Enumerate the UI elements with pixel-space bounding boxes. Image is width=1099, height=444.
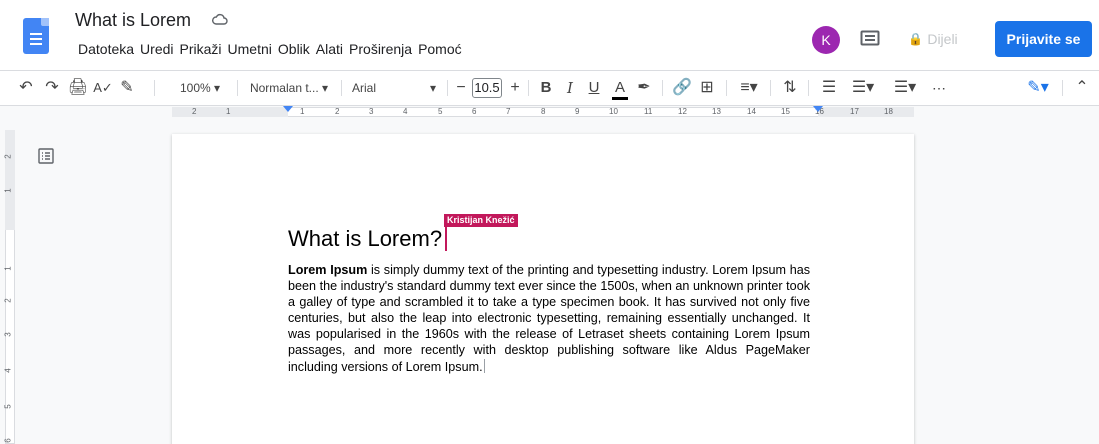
lock-icon: 🔒 bbox=[908, 32, 923, 46]
vertical-ruler-number: 2 bbox=[3, 298, 13, 303]
ruler-number: 1 bbox=[300, 107, 305, 116]
vertical-ruler-number: 5 bbox=[3, 404, 13, 409]
ruler-number: 2 bbox=[192, 107, 197, 116]
highlight-color-icon[interactable]: ✒ bbox=[634, 71, 654, 105]
toolbar-divider bbox=[770, 80, 771, 96]
ruler-number: 1 bbox=[226, 107, 231, 116]
menu-tools[interactable]: Alati bbox=[313, 37, 346, 61]
ruler-margin-right bbox=[818, 107, 914, 117]
italic-icon[interactable]: I bbox=[560, 71, 580, 105]
vertical-ruler-number: 4 bbox=[3, 368, 13, 373]
spellcheck-icon[interactable]: A✓ bbox=[92, 71, 114, 105]
menu-insert[interactable]: Umetni bbox=[225, 37, 275, 61]
increase-font-size-icon[interactable]: + bbox=[506, 71, 524, 105]
underline-icon[interactable]: U bbox=[584, 71, 604, 105]
document-paragraph[interactable]: Lorem Ipsum is simply dummy text of the … bbox=[288, 262, 810, 375]
sign-in-button[interactable]: Prijavite se bbox=[995, 21, 1092, 57]
bulleted-list-icon[interactable]: ☰▾ bbox=[846, 71, 880, 105]
ruler-number: 12 bbox=[678, 107, 687, 116]
document-title[interactable]: What is Lorem bbox=[75, 10, 191, 31]
ruler-number: 15 bbox=[781, 107, 790, 116]
ruler-number: 7 bbox=[506, 107, 511, 116]
docs-logo-icon[interactable] bbox=[23, 18, 49, 54]
toolbar-divider bbox=[808, 80, 809, 96]
right-indent-marker-icon[interactable] bbox=[813, 106, 823, 112]
ruler-number: 18 bbox=[884, 107, 893, 116]
zoom-select[interactable]: 100% ▾ bbox=[170, 71, 230, 105]
vertical-ruler-number: 3 bbox=[3, 332, 13, 337]
menu-format[interactable]: Oblik bbox=[275, 37, 313, 61]
vertical-ruler-number: 1 bbox=[3, 266, 13, 271]
collaborator-cursor-label: Kristijan Knežić bbox=[444, 214, 518, 227]
decrease-font-size-icon[interactable]: − bbox=[452, 71, 470, 105]
ruler-number: 3 bbox=[369, 107, 374, 116]
paragraph-bold-text: Lorem Ipsum bbox=[288, 263, 368, 277]
menu-edit[interactable]: Uredi bbox=[137, 37, 176, 61]
ruler-number: 11 bbox=[644, 107, 653, 116]
insert-link-icon[interactable]: 🔗 bbox=[670, 71, 694, 105]
line-spacing-icon[interactable]: ⇅ bbox=[778, 71, 802, 105]
collaborator-cursor bbox=[445, 227, 447, 251]
menu-bar: Datoteka Uredi Prikaži Umetni Oblik Alat… bbox=[75, 37, 465, 61]
add-comment-icon[interactable]: ⊞ bbox=[696, 71, 718, 105]
comment-history-icon[interactable] bbox=[860, 30, 880, 48]
ruler-number: 9 bbox=[575, 107, 580, 116]
app-header: What is Lorem Datoteka Uredi Prikaži Ume… bbox=[0, 0, 1099, 70]
horizontal-ruler[interactable]: 2 1 1 2 3 4 5 6 7 8 9 10 11 12 13 14 15 16 17 18 bbox=[0, 106, 1099, 118]
indent-marker-icon[interactable] bbox=[283, 106, 293, 112]
checklist-icon[interactable]: ☰ bbox=[818, 71, 840, 105]
undo-icon[interactable]: ↶ bbox=[14, 71, 38, 105]
collapse-menus-icon[interactable]: ⌃ bbox=[1072, 71, 1092, 105]
print-icon[interactable]: 🖨 bbox=[66, 71, 90, 105]
menu-extensions[interactable]: Proširenja bbox=[346, 37, 415, 61]
ruler-number: 5 bbox=[438, 107, 443, 116]
vertical-ruler-number: 2 bbox=[3, 154, 13, 159]
editing-mode-icon[interactable]: ✎▾ bbox=[1018, 71, 1058, 105]
toolbar-divider bbox=[154, 80, 155, 96]
paragraph-text: is simply dummy text of the printing and… bbox=[288, 263, 810, 374]
toolbar: ↶ ↷ 🖨 A✓ ✎ 100% ▾ Normalan t... ▾ Arial ▾… bbox=[0, 70, 1099, 106]
font-select[interactable]: Arial ▾ bbox=[352, 71, 442, 105]
share-button[interactable]: 🔒 Dijeli bbox=[900, 21, 985, 57]
numbered-list-icon[interactable]: ☰▾ bbox=[888, 71, 922, 105]
share-label: Dijeli bbox=[927, 31, 958, 47]
style-value: Normalan t... bbox=[249, 81, 319, 95]
ruler-number: 13 bbox=[712, 107, 721, 116]
toolbar-divider bbox=[341, 80, 342, 96]
text-color-icon[interactable]: A bbox=[610, 71, 630, 105]
ruler-number: 4 bbox=[403, 107, 408, 116]
zoom-value: 100% bbox=[179, 81, 211, 95]
menu-view[interactable]: Prikaži bbox=[177, 37, 225, 61]
toolbar-divider bbox=[237, 80, 238, 96]
document-heading[interactable]: What is Lorem? bbox=[288, 226, 442, 252]
ruler-number: 6 bbox=[472, 107, 477, 116]
cloud-status-icon[interactable] bbox=[212, 12, 228, 32]
ruler-number: 8 bbox=[541, 107, 546, 116]
document-outline-icon[interactable] bbox=[38, 148, 54, 164]
font-value: Arial bbox=[352, 81, 377, 95]
menu-help[interactable]: Pomoć bbox=[415, 37, 465, 61]
toolbar-divider bbox=[662, 80, 663, 96]
toolbar-divider bbox=[528, 80, 529, 96]
toolbar-divider bbox=[726, 80, 727, 96]
toolbar-divider bbox=[447, 80, 448, 96]
vertical-ruler-number: 6 bbox=[3, 438, 13, 443]
text-caret bbox=[483, 358, 485, 373]
ruler-number: 17 bbox=[850, 107, 859, 116]
align-icon[interactable]: ≡▾ bbox=[736, 71, 762, 105]
font-size-input[interactable]: 10.5 bbox=[472, 78, 502, 98]
ruler-number: 14 bbox=[747, 107, 756, 116]
avatar[interactable]: K bbox=[812, 26, 840, 54]
paint-format-icon[interactable]: ✎ bbox=[116, 71, 138, 105]
vertical-ruler-number: 1 bbox=[3, 188, 13, 193]
vertical-ruler-margin bbox=[5, 130, 15, 230]
more-options-icon[interactable]: ⋯ bbox=[930, 71, 948, 105]
bold-icon[interactable]: B bbox=[536, 71, 556, 105]
redo-icon[interactable]: ↷ bbox=[40, 71, 64, 105]
toolbar-divider bbox=[1062, 80, 1063, 96]
style-select[interactable]: Normalan t... ▾ bbox=[243, 71, 335, 105]
menu-file[interactable]: Datoteka bbox=[75, 37, 137, 61]
ruler-number: 2 bbox=[335, 107, 340, 116]
ruler-number: 10 bbox=[609, 107, 618, 116]
